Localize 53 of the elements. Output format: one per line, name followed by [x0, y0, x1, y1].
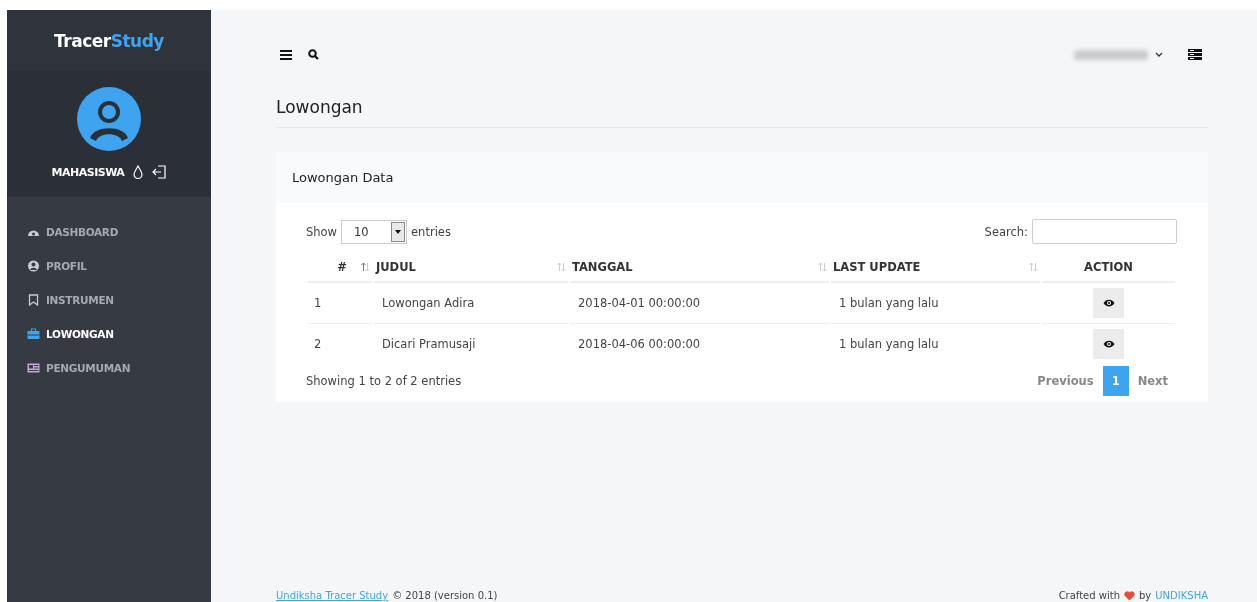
page-button[interactable]: 1 [1102, 366, 1129, 396]
drop-icon[interactable] [133, 165, 144, 179]
table-cell: Lowongan Adira [374, 283, 568, 324]
sidebar-item[interactable]: PROFIL [7, 257, 211, 275]
show-label: Show [306, 224, 338, 239]
avatar-icon [77, 87, 141, 151]
entries-label: entries [411, 224, 451, 239]
list-icon[interactable] [1188, 49, 1202, 60]
column-header[interactable]: ACTION [1084, 260, 1133, 274]
sidebar-item[interactable]: LOWONGAN [7, 325, 211, 343]
by-text: by [1139, 590, 1152, 601]
previous-button[interactable]: Previous [1028, 368, 1103, 394]
table-cell-text: Dicari Pramusaji [381, 336, 477, 353]
footer-link[interactable]: Undiksha Tracer Study [276, 590, 389, 601]
brand-logo[interactable]: TracerStudy [7, 10, 211, 71]
user-circle-icon [27, 260, 40, 272]
table-cell-text: 2018-04-06 00:00:00 [577, 336, 702, 353]
search-icon[interactable] [308, 49, 319, 60]
table-cell-text: 2 [313, 336, 323, 353]
footer-link[interactable]: UNDIKSHA [1155, 590, 1208, 601]
crafted-text: Crafted with [1058, 590, 1120, 601]
briefcase-icon [27, 328, 40, 340]
column-header[interactable]: LAST UPDATE [833, 260, 921, 274]
next-button[interactable]: Next [1128, 368, 1177, 394]
table-cell: 1 [308, 283, 372, 324]
copyright-text: © 2018 (version 0.1) [392, 590, 498, 601]
menu-icon[interactable] [280, 49, 292, 60]
page-title: Lowongan [276, 95, 1208, 128]
sort-ascending-icon[interactable] [361, 262, 370, 272]
sidebar-item[interactable]: PENGUMUMAN [7, 359, 211, 377]
table-cell-text: 1 bulan yang lalu [838, 336, 940, 353]
table-info: Showing 1 to 2 of 2 entries [306, 374, 462, 388]
search-field[interactable] [1032, 219, 1177, 244]
logout-icon[interactable] [152, 165, 167, 179]
user-role: MAHASISWA [51, 165, 125, 179]
entries-select[interactable]: 10 [341, 219, 408, 244]
view-button[interactable] [1093, 288, 1124, 318]
search-label: Search: [984, 224, 1028, 239]
column-header[interactable]: JUDUL [376, 260, 416, 274]
chevron-down-icon[interactable] [1155, 52, 1163, 57]
eye-icon [1102, 340, 1115, 348]
bookmark-icon [27, 294, 40, 306]
column-header[interactable]: TANGGAL [572, 260, 633, 274]
panel-title: Lowongan Data [292, 170, 394, 185]
view-button[interactable] [1093, 329, 1124, 359]
sidebar-item[interactable]: DASHBOARD [7, 223, 211, 241]
heart-icon [1124, 590, 1135, 601]
table-cell: 2018-04-01 00:00:00 [570, 283, 829, 324]
sidebar-item[interactable]: INSTRUMEN [7, 291, 211, 309]
newspaper-icon [27, 362, 40, 374]
table-cell: 1 bulan yang lalu [831, 283, 1040, 324]
column-header[interactable]: # [337, 260, 347, 274]
eye-icon [1102, 299, 1115, 307]
